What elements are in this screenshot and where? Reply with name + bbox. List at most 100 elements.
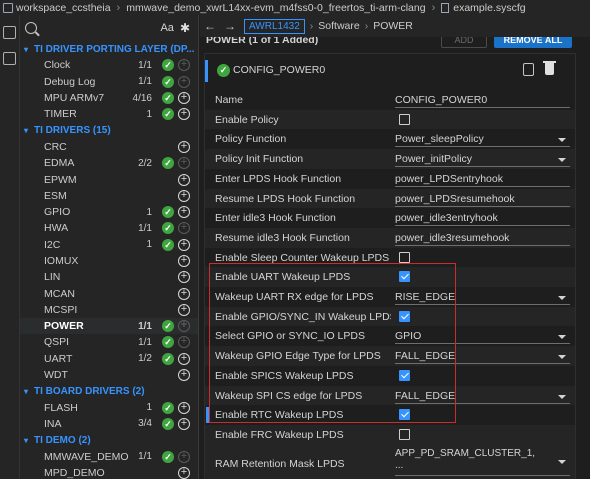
search-icon[interactable] — [25, 22, 37, 34]
add-circle-icon[interactable]: + — [178, 238, 190, 251]
check-circle-icon: ✓ — [162, 108, 174, 121]
property-dropdown[interactable]: Power_sleepPolicy — [395, 131, 570, 148]
add-circle-icon[interactable]: + — [178, 287, 190, 300]
instance-count: 1 — [146, 206, 152, 218]
add-circle-icon[interactable]: + — [178, 352, 190, 365]
remove-all-button[interactable]: REMOVE ALL — [494, 37, 572, 48]
tree-item-i2c[interactable]: I2C 1 ✓ + — [20, 237, 198, 253]
header-module: POWER — [373, 20, 413, 32]
add-circle-icon[interactable]: + — [178, 173, 190, 186]
header-section[interactable]: Software — [318, 20, 359, 32]
outline-icon[interactable] — [3, 26, 16, 39]
tree-item-label: HWA — [44, 222, 69, 235]
dropdown-value: FALL_EDGE — [395, 350, 456, 363]
breadcrumb-workspace[interactable]: workspace_ccstheia — [16, 2, 111, 14]
instance-header[interactable]: ✓ CONFIG_POWER0 — [205, 54, 575, 86]
tree-item-crc[interactable]: CRC + — [20, 139, 198, 155]
instance-count: 1/2 — [138, 353, 152, 365]
tree-item-mpd-demo[interactable]: MPD_DEMO + — [20, 465, 198, 479]
forward-arrow-icon[interactable]: → — [224, 19, 236, 33]
add-circle-icon[interactable]: + — [178, 303, 190, 316]
tree-group[interactable]: ▾ TI DEMO (2) — [20, 432, 198, 448]
add-circle-icon[interactable]: + — [178, 401, 190, 414]
property-dropdown[interactable]: FALL_EDGE — [395, 348, 570, 365]
tree-item-mcspi[interactable]: MCSPI + — [20, 302, 198, 318]
breadcrumb-file[interactable]: example.syscfg — [453, 2, 525, 14]
tree-item-label: INA — [44, 417, 62, 430]
back-arrow-icon[interactable]: ← — [204, 19, 216, 33]
tree-item-gpio[interactable]: GPIO 1 ✓ + — [20, 204, 198, 220]
config-header: ← → AWRL1432 › Software › POWER — [200, 15, 590, 37]
tree-item-esm[interactable]: ESM + — [20, 188, 198, 204]
tree-item-wdt[interactable]: WDT + — [20, 367, 198, 383]
property-text-field[interactable]: power_idle3resumehook — [395, 230, 570, 246]
property-dropdown[interactable]: GPIO — [395, 328, 570, 345]
tree-item-mpu-armv7[interactable]: MPU ARMv7 4/16 ✓ + — [20, 90, 198, 106]
property-checkbox[interactable] — [399, 428, 410, 440]
property-checkbox[interactable] — [399, 271, 410, 283]
add-circle-icon[interactable]: + — [178, 255, 190, 267]
tree-item-ina[interactable]: INA 3/4 ✓ + — [20, 416, 198, 432]
property-label: Policy Init Function — [215, 153, 304, 166]
add-circle-icon[interactable]: + — [178, 417, 190, 430]
property-dropdown[interactable]: Power_initPolicy — [395, 151, 570, 168]
add-circle-icon[interactable]: + — [178, 466, 190, 479]
tree-group[interactable]: ▾ TI DRIVERS (15) — [20, 122, 198, 138]
tree-item-label: ESM — [44, 189, 67, 202]
property-checkbox[interactable] — [399, 409, 410, 421]
tree-item-debug-log[interactable]: Debug Log 1/1 ✓ + — [20, 74, 198, 90]
tree-item-iomux[interactable]: IOMUX + — [20, 253, 198, 269]
tree-group-label: TI DRIVER PORTING LAYER (DP... — [34, 43, 195, 55]
chevron-down-icon: ▾ — [23, 126, 28, 136]
tree-item-timer[interactable]: TIMER 1 ✓ + — [20, 106, 198, 122]
property-text-field[interactable]: power_LPDSentryhook — [395, 171, 570, 187]
tree-item-lin[interactable]: LIN + — [20, 269, 198, 285]
instance-count: 1 — [146, 239, 152, 251]
tree-group[interactable]: ▾ TI DRIVER PORTING LAYER (DP... — [20, 41, 198, 57]
add-button[interactable]: ADD — [441, 37, 487, 48]
property-checkbox[interactable] — [399, 251, 410, 263]
tree-item-power[interactable]: POWER 1/1 ✓ + — [20, 318, 198, 335]
device-badge[interactable]: AWRL1432 — [244, 18, 305, 34]
property-checkbox[interactable] — [399, 310, 410, 322]
property-dropdown[interactable]: FALL_EDGE — [395, 388, 570, 404]
property-text-field[interactable]: power_idle3entryhook — [395, 210, 570, 227]
add-circle-icon[interactable]: + — [178, 189, 190, 202]
filter-icon[interactable]: ✱ — [180, 21, 190, 35]
property-text-field[interactable]: power_LPDSresumehook — [395, 191, 570, 207]
match-case-button[interactable]: Aa — [160, 22, 173, 34]
file-icon — [441, 2, 450, 13]
tree-item-clock[interactable]: Clock 1/1 ✓ + — [20, 57, 198, 73]
add-circle-icon[interactable]: + — [178, 206, 190, 219]
add-circle-icon[interactable]: + — [178, 140, 190, 153]
tree-item-qspi[interactable]: QSPI 1/1 ✓ + — [20, 334, 198, 350]
add-circle-icon[interactable]: + — [178, 92, 190, 105]
tree-item-mmwave-demo[interactable]: MMWAVE_DEMO 1/1 ✓ + — [20, 448, 198, 464]
instance-count: 4/16 — [132, 92, 152, 104]
ram-retention-multiselect[interactable]: APP_PD_SRAM_CLUSTER_1,... — [395, 448, 570, 476]
tree-item-uart[interactable]: UART 1/2 ✓ + — [20, 351, 198, 367]
tree-item-mcan[interactable]: MCAN + — [20, 285, 198, 301]
property-checkbox[interactable] — [399, 113, 410, 125]
tree-item-epwm[interactable]: EPWM + — [20, 171, 198, 187]
copy-icon[interactable] — [523, 63, 534, 76]
add-circle-icon[interactable]: + — [178, 369, 190, 382]
chevron-down-icon — [558, 394, 566, 399]
tree-item-flash[interactable]: FLASH 1 ✓ + — [20, 400, 198, 416]
chevron-down-icon: ▾ — [23, 44, 28, 54]
tree-item-edma[interactable]: EDMA 2/2 ✓ + — [20, 155, 198, 171]
breadcrumb-project[interactable]: mmwave_demo_xwrL14xx-evm_m4fss0-0_freert… — [126, 2, 425, 14]
trash-icon[interactable] — [543, 61, 556, 75]
check-circle-icon: ✓ — [162, 59, 174, 72]
property-text-field[interactable]: CONFIG_POWER0 — [395, 92, 570, 108]
add-circle-icon[interactable]: + — [178, 271, 190, 284]
tree-group[interactable]: ▾ TI BOARD DRIVERS (2) — [20, 383, 198, 399]
grid-view-icon[interactable] — [3, 52, 16, 65]
tree-item-hwa[interactable]: HWA 1/1 ✓ + — [20, 220, 198, 236]
property-dropdown[interactable]: RISE_EDGE — [395, 289, 570, 305]
check-circle-icon: ✓ — [162, 157, 174, 170]
tree-item-label: EPWM — [44, 173, 77, 186]
panel-title: POWER (1 of 1 Added) — [206, 37, 319, 46]
property-checkbox[interactable] — [399, 369, 410, 381]
add-circle-icon[interactable]: + — [178, 108, 190, 121]
